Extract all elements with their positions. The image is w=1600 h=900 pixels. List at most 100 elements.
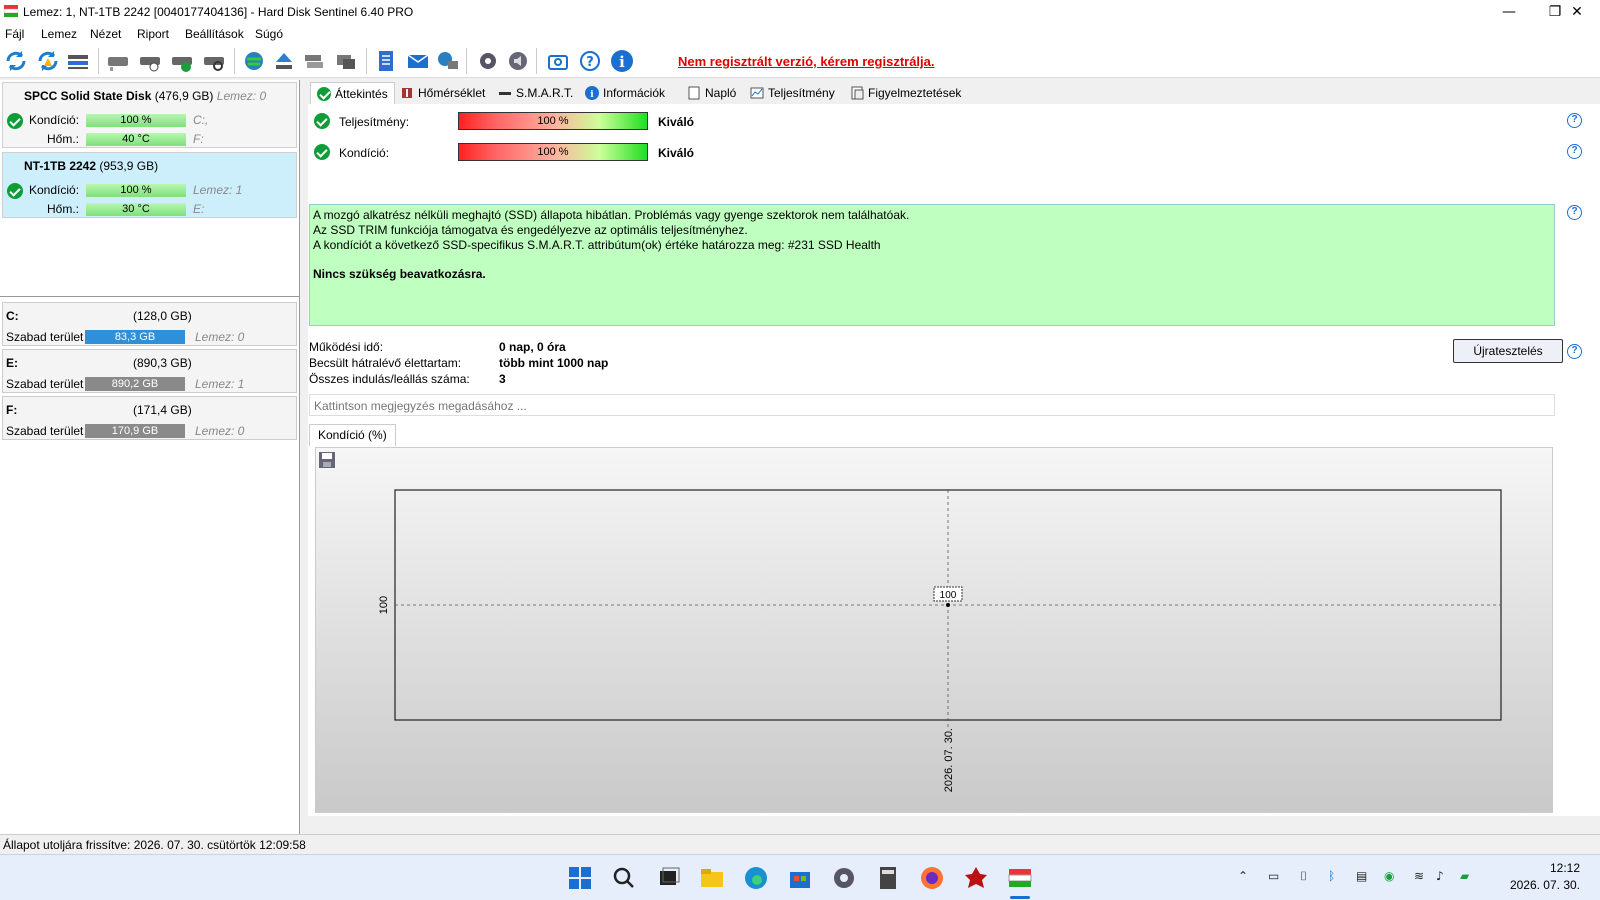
free-space-bar: 170,9 GB <box>85 424 185 438</box>
clock-date: 2026. 07. 30. <box>1509 878 1580 892</box>
app-icon <box>4 5 18 17</box>
tab-temperature[interactable]: Hőmérséklet <box>400 82 485 104</box>
volume-size: (128,0 GB) <box>133 309 192 323</box>
task-view-icon[interactable] <box>654 864 682 892</box>
volume-card-e[interactable]: E: (890,3 GB) Szabad terület 890,2 GB Le… <box>2 349 297 393</box>
refresh-icon[interactable] <box>4 49 28 73</box>
drives-icon[interactable] <box>302 49 326 73</box>
help-icon[interactable]: ? <box>1567 205 1582 220</box>
disk-ok-icon[interactable] <box>170 49 194 73</box>
battery-icon[interactable]: ▰ <box>1460 869 1469 887</box>
help-icon[interactable]: ? <box>578 49 602 73</box>
register-link[interactable]: Nem regisztrált verzió, kérem regisztrál… <box>678 54 935 69</box>
close-button[interactable]: ✕ <box>1554 0 1600 24</box>
tab-smart[interactable]: S.M.A.R.T. <box>498 82 573 104</box>
clock-time: 12:12 <box>1549 861 1580 875</box>
volume-card-c[interactable]: C: (128,0 GB) Szabad terület 83,3 GB Lem… <box>2 302 297 346</box>
data-point <box>946 603 950 607</box>
chevron-up-icon[interactable]: ⌃ <box>1238 869 1248 887</box>
tab-info[interactable]: i Információk <box>585 82 665 104</box>
chart-tab-condition[interactable]: Kondíció (%) <box>309 424 396 446</box>
disk-search-icon[interactable] <box>202 49 226 73</box>
eject-icon[interactable] <box>272 49 296 73</box>
condition-chart: 100 100 2026. 07. 30. <box>315 447 1553 813</box>
defender-icon[interactable]: ◉ <box>1384 869 1394 887</box>
app-splash-icon[interactable] <box>962 864 990 892</box>
disk-card-spcc[interactable]: SPCC Solid State Disk (476,9 GB) Lemez: … <box>2 82 297 148</box>
tab-performance[interactable]: Teljesítmény <box>750 82 835 104</box>
starts-label: Összes indulás/leállás száma: <box>309 372 470 386</box>
retest-button[interactable]: Újratesztelés <box>1453 339 1563 363</box>
calculator-icon[interactable] <box>874 864 902 892</box>
uptime-label: Működési idő: <box>309 340 384 354</box>
starts-value: 3 <box>499 372 506 386</box>
volume-card-f[interactable]: F: (171,4 GB) Szabad terület 170,9 GB Le… <box>2 396 297 440</box>
condition-bar: 100 % <box>86 114 186 127</box>
lifetime-value: több mint 1000 nap <box>499 356 609 370</box>
report-icon[interactable] <box>374 49 398 73</box>
menu-view[interactable]: Nézet <box>90 27 121 41</box>
disk-size: (953,9 GB) <box>99 159 159 173</box>
free-space-bar: 83,3 GB <box>85 330 185 344</box>
disk-volumes: E: <box>193 202 205 216</box>
performance-bar: 100 % <box>458 112 648 130</box>
menu-settings[interactable]: Beállítások <box>185 27 244 41</box>
help-icon[interactable]: ? <box>1567 344 1582 359</box>
info-icon[interactable]: i <box>610 49 634 73</box>
disk-list-icon[interactable] <box>66 49 90 73</box>
volume-icon[interactable]: ♪ <box>1436 869 1444 887</box>
email-icon[interactable] <box>406 49 430 73</box>
temp-label: Hőm.: <box>47 202 80 216</box>
x-tick-label: 2026. 07. 30. <box>943 728 955 792</box>
firefox-icon[interactable] <box>918 864 946 892</box>
screenshot-icon[interactable] <box>546 49 570 73</box>
toolbar: ? i Nem regisztrált verzió, kérem regisz… <box>0 44 1600 78</box>
network-drives-icon[interactable] <box>334 49 358 73</box>
volume-letter: E: <box>6 356 18 370</box>
device-icon[interactable]: ▭ <box>1268 869 1279 887</box>
tab-log[interactable]: Napló <box>687 82 736 104</box>
sound-icon[interactable] <box>506 49 530 73</box>
globe-icon[interactable] <box>242 49 266 73</box>
minimize-button[interactable]: — <box>1486 0 1532 24</box>
bluetooth-icon[interactable]: ᛒ <box>1328 869 1335 887</box>
web-report-icon[interactable] <box>436 49 460 73</box>
disk-icon[interactable] <box>106 49 130 73</box>
note-input[interactable]: Kattintson megjegyzés megadásához ... <box>309 394 1555 416</box>
tab-warnings[interactable]: Figyelmeztetések <box>850 82 961 104</box>
store-icon[interactable] <box>786 864 814 892</box>
menu-report[interactable]: Riport <box>137 27 169 41</box>
clock[interactable]: 12:12 2026. 07. 30. <box>1510 860 1580 894</box>
menu-help[interactable]: Súgó <box>255 27 283 41</box>
disk-test-icon[interactable] <box>138 49 162 73</box>
usb-icon[interactable]: ⌷ <box>1300 869 1307 887</box>
settings-icon[interactable] <box>830 864 858 892</box>
performance-label: Teljesítmény: <box>339 115 410 129</box>
hard-disk-sentinel-icon[interactable] <box>1006 864 1034 892</box>
ok-check-icon <box>314 113 330 129</box>
file-explorer-icon[interactable] <box>698 864 726 892</box>
gear-icon[interactable] <box>476 49 500 73</box>
window-title: Lemez: 1, NT-1TB 2242 [0040177404136] - … <box>23 5 414 19</box>
start-icon[interactable] <box>566 864 594 892</box>
condition-rating: Kiváló <box>658 146 695 160</box>
tab-label: S.M.A.R.T. <box>516 86 574 100</box>
panel-divider <box>0 296 300 297</box>
help-icon[interactable]: ? <box>1567 144 1582 159</box>
hds-tray-icon[interactable]: ▤ <box>1356 869 1367 887</box>
disk-card-nt1tb[interactable]: NT-1TB 2242 (953,9 GB) Kondíció: 100 % L… <box>2 152 297 218</box>
condition-label: Kondíció: <box>29 183 80 197</box>
search-icon[interactable] <box>610 864 638 892</box>
data-label: 100 <box>940 590 957 601</box>
help-icon[interactable]: ? <box>1567 113 1582 128</box>
wifi-icon[interactable]: ≋ <box>1414 869 1424 887</box>
refresh-all-icon[interactable] <box>36 49 60 73</box>
edge-icon[interactable] <box>742 864 770 892</box>
menu-disk[interactable]: Lemez <box>41 27 77 41</box>
disk-number: Lemez: 1 <box>193 183 243 197</box>
message-line: A kondíciót a következő SSD-specifikus S… <box>313 238 881 252</box>
check-icon <box>317 86 331 101</box>
condition-label: Kondíció: <box>29 113 80 127</box>
menu-file[interactable]: Fájl <box>5 27 24 41</box>
tab-overview[interactable]: Áttekintés <box>310 82 395 104</box>
